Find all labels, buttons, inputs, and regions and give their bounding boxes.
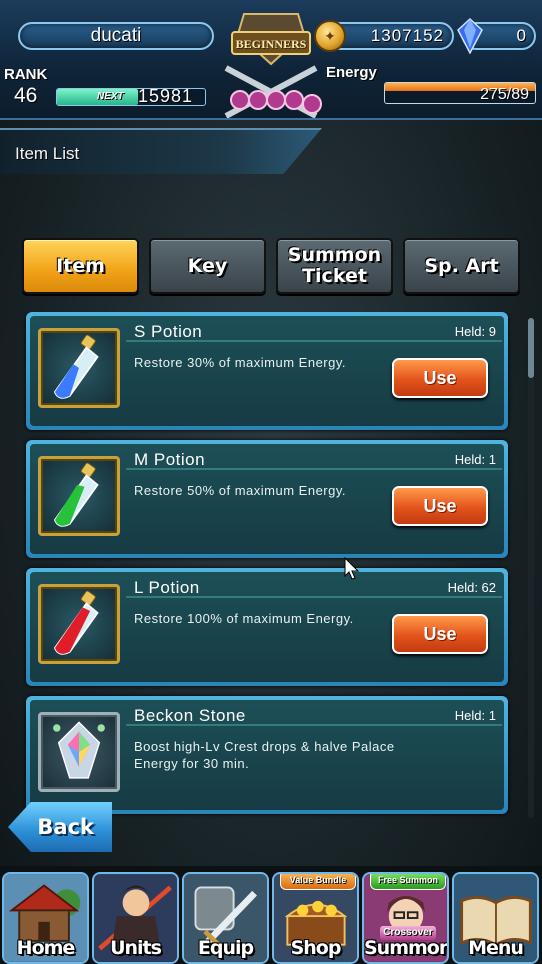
- crystal-gem-icon: [457, 18, 483, 54]
- nav-shop[interactable]: Value Bundle Shop: [272, 872, 359, 964]
- item-held-count: Held: 9: [454, 324, 496, 339]
- item-name: S Potion: [134, 322, 203, 341]
- item-thumbnail: [38, 456, 120, 536]
- list-item: Beckon Stone Held: 1 Boost high-Lv Crest…: [26, 696, 508, 814]
- item-description: Restore 100% of maximum Energy.: [134, 611, 354, 626]
- m-potion-icon: [53, 462, 99, 527]
- list-scrollbar[interactable]: [528, 318, 534, 818]
- item-name: M Potion: [134, 450, 206, 469]
- tab-summon-ticket[interactable]: Summon Ticket: [276, 238, 393, 294]
- nav-label: Units: [110, 937, 162, 959]
- player-name: ducati: [90, 25, 142, 46]
- value-bundle-badge: Value Bundle: [280, 874, 356, 890]
- use-button[interactable]: Use: [392, 614, 488, 654]
- player-status-header: ducati ✦ 1307152 0 RANK 46 NEXT 15981 BE…: [0, 0, 542, 120]
- item-name: L Potion: [134, 578, 200, 597]
- rank-value: 46: [14, 84, 38, 107]
- use-button[interactable]: Use: [392, 358, 488, 398]
- nav-units[interactable]: Units: [92, 872, 179, 964]
- divider: [126, 596, 502, 598]
- item-name: Beckon Stone: [134, 706, 246, 725]
- beckon-stone-icon: [53, 721, 105, 779]
- item-category-tabs: Item Key Summon Ticket Sp. Art: [0, 238, 542, 298]
- item-list[interactable]: S Potion Held: 9 Restore 30% of maximum …: [16, 312, 526, 822]
- nav-label: Shop: [290, 937, 342, 959]
- nav-summon[interactable]: Free Summon Crossover Summon: [362, 872, 449, 964]
- tab-key[interactable]: Key: [149, 238, 266, 294]
- page-title: Item List: [15, 144, 80, 163]
- next-exp-value: 15981: [138, 86, 194, 106]
- nav-home[interactable]: Home: [2, 872, 89, 964]
- mouse-pointer-icon: [344, 557, 360, 580]
- item-held-count: Held: 62: [447, 580, 496, 595]
- nav-menu[interactable]: Menu: [452, 872, 539, 964]
- item-thumbnail: [38, 328, 120, 408]
- item-thumbnail: [38, 712, 120, 792]
- l-potion-icon: [53, 590, 99, 655]
- player-name-plate: ducati: [18, 22, 214, 50]
- bottom-navigation: Home Units Equip Value Bundle Shop Free …: [0, 866, 542, 964]
- nav-equip[interactable]: Equip: [182, 872, 269, 964]
- beginners-emblem[interactable]: BEGINNERS: [218, 4, 324, 119]
- divider: [126, 468, 502, 470]
- energy-label: Energy: [326, 64, 377, 81]
- use-button[interactable]: Use: [392, 486, 488, 526]
- free-summon-badge: Free Summon: [370, 874, 446, 890]
- energy-value: 275/89: [480, 86, 529, 103]
- item-list-screen: ducati ✦ 1307152 0 RANK 46 NEXT 15981 BE…: [0, 0, 542, 964]
- energy-bar: 275/89: [384, 82, 536, 104]
- list-item: M Potion Held: 1 Restore 50% of maximum …: [26, 440, 508, 558]
- next-label: NEXT: [97, 91, 124, 102]
- s-potion-icon: [53, 334, 99, 399]
- nav-label: Equip: [197, 937, 254, 959]
- list-item: L Potion Held: 62 Restore 100% of maximu…: [26, 568, 508, 686]
- divider: [126, 724, 502, 726]
- tab-sp-art[interactable]: Sp. Art: [403, 238, 520, 294]
- tab-item[interactable]: Item: [22, 238, 139, 294]
- gold-counter: ✦ 1307152: [314, 20, 454, 52]
- item-description: Restore 50% of maximum Energy.: [134, 483, 346, 498]
- gem-counter[interactable]: 0: [457, 18, 536, 54]
- nav-label: Home: [16, 937, 76, 959]
- crossed-swords-crest-icon: [224, 13, 322, 119]
- item-held-count: Held: 1: [454, 452, 496, 467]
- item-held-count: Held: 1: [454, 708, 496, 723]
- nav-label: Menu: [468, 937, 524, 959]
- emblem-label: BEGINNERS: [235, 37, 307, 51]
- divider: [126, 340, 502, 342]
- gem-amount: 0: [516, 26, 526, 45]
- gold-amount: 1307152: [370, 26, 444, 45]
- item-description: Boost high-Lv Crest drops & halve Palace…: [134, 739, 395, 771]
- item-thumbnail: [38, 584, 120, 664]
- nav-label: Summon: [364, 937, 449, 959]
- item-description: Restore 30% of maximum Energy.: [134, 355, 346, 370]
- screen-title-bar: Item List: [0, 128, 322, 174]
- rank-label: RANK: [4, 66, 48, 83]
- list-item: S Potion Held: 9 Restore 30% of maximum …: [26, 312, 508, 430]
- scrollbar-thumb[interactable]: [528, 318, 534, 378]
